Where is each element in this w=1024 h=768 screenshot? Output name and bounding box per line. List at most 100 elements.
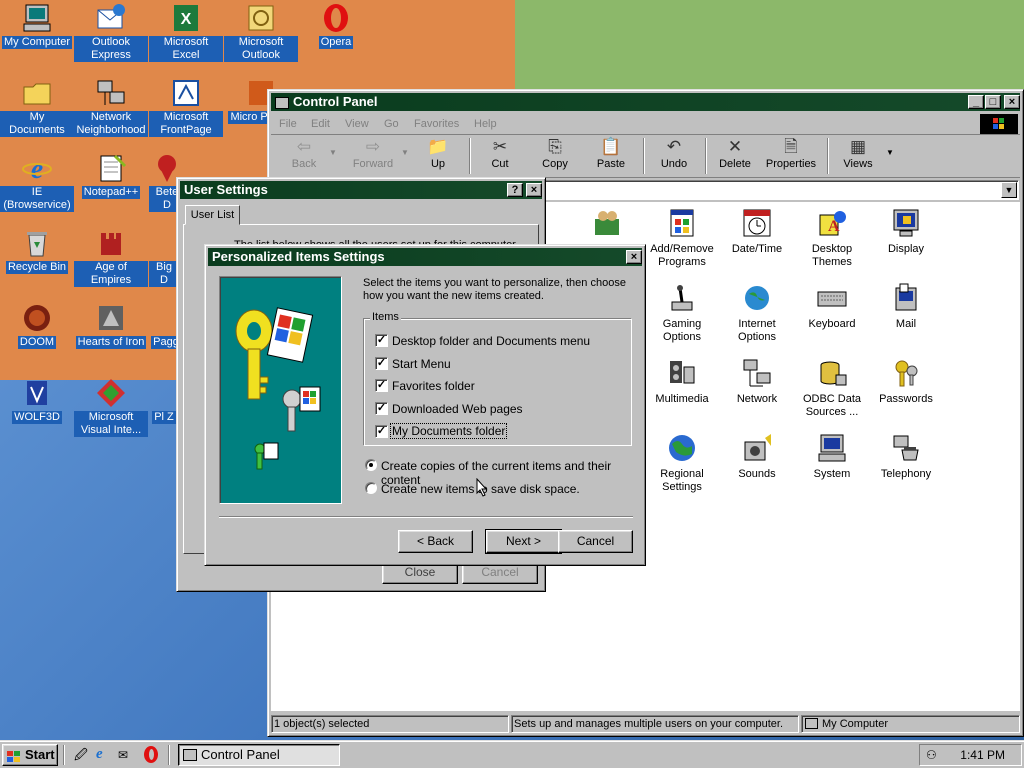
create-copies-radio[interactable] xyxy=(365,459,377,471)
system-tray: ⚇ 1:41 PM xyxy=(919,744,1022,766)
desktop-icon-my-documents[interactable]: My Documents xyxy=(0,77,74,137)
my-documents-folder-checkbox[interactable]: ✓ xyxy=(375,425,388,438)
copy-icon: ⎘ xyxy=(548,137,562,156)
maximize-button[interactable]: □ xyxy=(985,95,1001,109)
cp-item-add-remove[interactable]: Add/Remove Programs xyxy=(644,207,720,269)
views-button[interactable]: ▦ Views xyxy=(831,136,885,176)
cancel-button[interactable]: Cancel xyxy=(558,530,633,553)
cp-item-internet-options[interactable]: Internet Options xyxy=(719,282,795,344)
castle-icon xyxy=(95,227,127,259)
cp-item-passwords[interactable]: Passwords xyxy=(868,357,944,406)
up-button[interactable]: 📁 Up xyxy=(411,136,465,176)
taskbar-separator xyxy=(168,745,170,765)
desktop-icon-excel[interactable]: X Microsoft Excel xyxy=(149,2,223,62)
personalized-items-dialog[interactable]: Personalized Items Settings × Select the… xyxy=(204,244,646,566)
desktop-icon-opera[interactable]: Opera xyxy=(299,2,373,49)
cp-item-multimedia[interactable]: Multimedia xyxy=(644,357,720,406)
menu-file[interactable]: File xyxy=(279,118,297,130)
minimize-button[interactable]: _ xyxy=(968,95,984,109)
address-dropdown-icon[interactable]: ▼ xyxy=(1001,182,1017,198)
views-dropdown-icon[interactable]: ▼ xyxy=(886,148,894,157)
start-menu-checkbox[interactable]: ✓ xyxy=(375,357,388,370)
cp-item-gaming-options[interactable]: Gaming Options xyxy=(644,282,720,344)
cp-item-mail[interactable]: Mail xyxy=(868,282,944,331)
menu-go[interactable]: Go xyxy=(384,118,399,130)
cp-item-system[interactable]: System xyxy=(794,432,870,481)
desktop-folder-checkbox[interactable]: ✓ xyxy=(375,334,388,347)
desktop-icon-recycle-bin[interactable]: Recycle Bin xyxy=(0,227,74,274)
views-grid-icon: ▦ xyxy=(849,137,867,156)
undo-button[interactable]: ↶ Undo xyxy=(647,136,701,176)
desktop-icon-hearts-of-iron[interactable]: Hearts of Iron xyxy=(74,302,148,349)
themes-icon: A xyxy=(816,207,848,239)
menu-view[interactable]: View xyxy=(345,118,369,130)
internet-explorer-icon[interactable]: e xyxy=(96,746,112,762)
cp-item-telephony[interactable]: Telephony xyxy=(868,432,944,481)
user-tray-icon[interactable]: ⚇ xyxy=(926,748,942,762)
desktop-icon-visual-interdev[interactable]: Microsoft Visual Inte... xyxy=(74,377,148,437)
clock[interactable]: 1:41 PM xyxy=(960,748,1005,762)
menu-favorites[interactable]: Favorites xyxy=(414,118,459,130)
cp-item-date-time[interactable]: Date/Time xyxy=(719,207,795,256)
toolbar-separator xyxy=(827,138,829,174)
desktop-icon-wolf3d[interactable]: WOLF3D xyxy=(0,377,74,424)
help-button[interactable]: ? xyxy=(507,183,523,197)
menu-help[interactable]: Help xyxy=(474,118,497,130)
back-button[interactable]: < Back xyxy=(398,530,473,553)
views-label: Views xyxy=(843,158,873,170)
menu-edit[interactable]: Edit xyxy=(311,118,330,130)
desktop-icon-network-neighborhood[interactable]: Network Neighborhood xyxy=(74,77,148,137)
create-new-radio[interactable] xyxy=(365,482,377,494)
cp-item-network[interactable]: Network xyxy=(719,357,795,406)
outlook-express-icon[interactable]: ✉ xyxy=(118,747,134,763)
frontpage-icon xyxy=(170,77,202,109)
downloaded-web-pages-checkbox[interactable]: ✓ xyxy=(375,402,388,415)
properties-button[interactable]: 🗎 Properties xyxy=(761,136,821,176)
cp-item-keyboard[interactable]: Keyboard xyxy=(794,282,870,331)
cp-item-regional-settings[interactable]: Regional Settings xyxy=(644,432,720,494)
start-button[interactable]: Start xyxy=(2,744,58,766)
desktop-icon-big[interactable]: Big D xyxy=(149,227,179,287)
back-button[interactable]: ⇦ Back xyxy=(277,136,331,176)
cut-button[interactable]: ✂ Cut xyxy=(473,136,527,176)
cp-item-desktop-themes[interactable]: A Desktop Themes xyxy=(794,207,870,269)
cp-item-odbc[interactable]: ODBC Data Sources ... xyxy=(794,357,870,419)
favorites-folder-checkbox[interactable]: ✓ xyxy=(375,379,388,392)
keys-icon xyxy=(890,357,922,389)
copy-button[interactable]: ⎘ Copy xyxy=(528,136,582,176)
recycle-bin-icon xyxy=(21,227,53,259)
desktop-icon-notepad-plus[interactable]: Notepad++ xyxy=(74,152,148,199)
desktop-icon-age-of-empires[interactable]: Age of Empires xyxy=(74,227,148,287)
cp-item-display[interactable]: Display xyxy=(868,207,944,256)
desktop-icon-doom[interactable]: DOOM xyxy=(0,302,74,349)
cp-item-users[interactable] xyxy=(569,207,645,243)
back-dropdown-icon[interactable]: ▼ xyxy=(329,148,337,157)
close-button[interactable]: × xyxy=(526,183,542,197)
delete-button[interactable]: ✕ Delete xyxy=(708,136,762,176)
desktop-icon-pl[interactable]: Pl Z xyxy=(149,377,179,424)
network-icon xyxy=(95,77,127,109)
opera-icon[interactable] xyxy=(144,746,158,763)
desktop-icon-my-computer[interactable]: My Computer xyxy=(0,2,74,49)
close-button[interactable]: × xyxy=(1004,95,1020,109)
close-button[interactable]: × xyxy=(626,250,642,264)
wizard-illustration xyxy=(219,276,342,504)
desktop-icon-frontpage[interactable]: Microsoft FrontPage xyxy=(149,77,223,137)
cp-item-label: Regional Settings xyxy=(660,468,704,493)
up-label: Up xyxy=(430,158,446,170)
desktop-icon-outlook[interactable]: Microsoft Outlook xyxy=(224,2,298,62)
personalized-items-titlebar[interactable]: Personalized Items Settings × xyxy=(208,248,642,266)
forward-button[interactable]: ⇨ Forward xyxy=(343,136,403,176)
desktop-icon-ie[interactable]: e IE (Browservice) xyxy=(0,152,74,212)
globe-icon xyxy=(666,432,698,464)
show-desktop-icon[interactable]: 🖉 xyxy=(74,747,90,763)
control-panel-titlebar[interactable]: Control Panel _ □ × xyxy=(271,93,1020,111)
tab-user-list[interactable]: User List xyxy=(185,205,240,225)
next-button[interactable]: Next > xyxy=(485,529,562,554)
desktop-icon-outlook-express[interactable]: Outlook Express xyxy=(74,2,148,62)
forward-dropdown-icon[interactable]: ▼ xyxy=(401,148,409,157)
user-settings-titlebar[interactable]: User Settings ? × xyxy=(180,181,542,199)
paste-button[interactable]: 📋 Paste xyxy=(584,136,638,176)
cp-item-sounds[interactable]: Sounds xyxy=(719,432,795,481)
taskbar-button-control-panel[interactable]: Control Panel xyxy=(178,744,340,766)
